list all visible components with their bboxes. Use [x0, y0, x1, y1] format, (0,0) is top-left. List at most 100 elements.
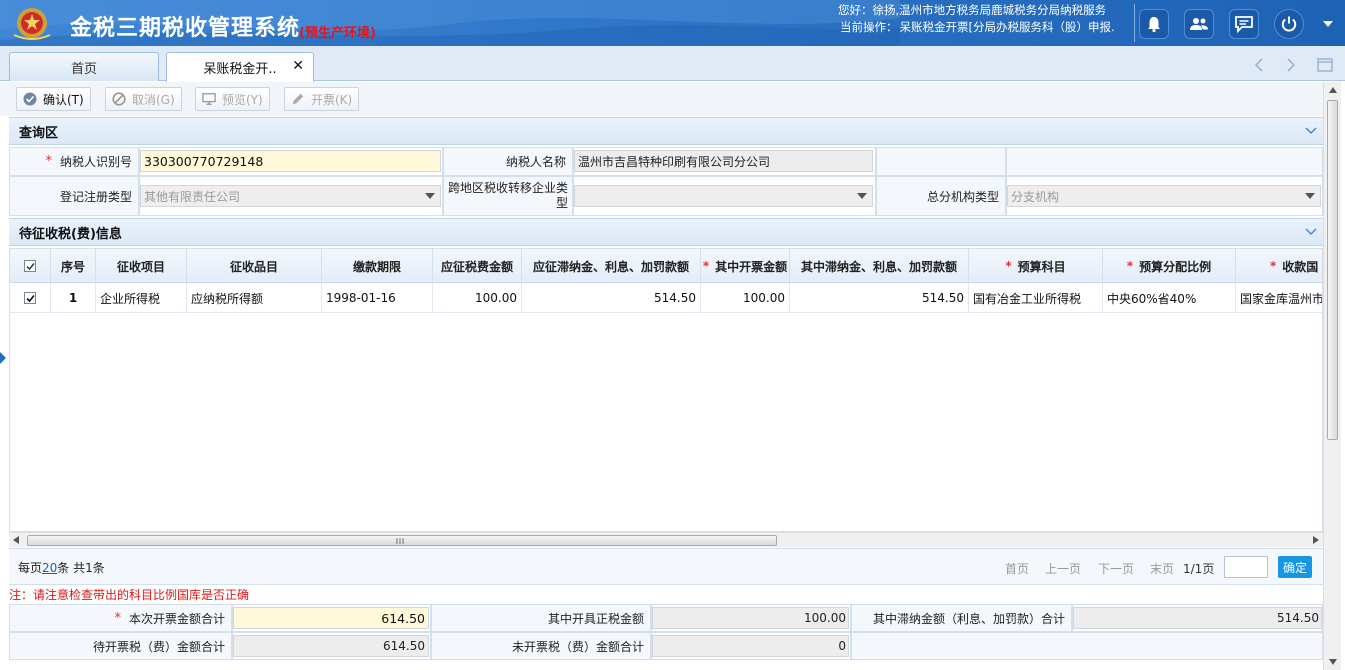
environment-label: (预生产环境): [299, 26, 376, 41]
column-header-treasury[interactable]: * 收款国: [1236, 249, 1322, 283]
branch-type-select[interactable]: 分支机构: [1007, 185, 1321, 207]
pending-section-title: 待征收税(费)信息: [19, 226, 122, 242]
column-header-late-fee-amount[interactable]: 应征滞纳金、利息、加罚款额: [522, 249, 701, 283]
cross-region-label-cell: 跨地区税收转移企业类 型: [443, 176, 573, 216]
cell-invoice-amount[interactable]: 100.00: [701, 283, 790, 313]
dropdown-arrow-icon: [425, 193, 435, 199]
pending-total-label-cell: 待开票税（费）金额合计: [9, 632, 232, 660]
column-header-seq[interactable]: 序号: [51, 249, 96, 283]
column-header-budget-subject[interactable]: * 预算科目: [969, 249, 1103, 283]
chevron-right-icon: [1287, 58, 1295, 72]
select-all-checkbox[interactable]: [24, 260, 36, 272]
system-title: 金税三期税收管理系统: [70, 16, 301, 41]
pending-total-field: 614.50: [233, 635, 429, 657]
horizontal-scrollbar[interactable]: [9, 532, 1323, 547]
budget-subject-header-label: 预算科目: [1017, 259, 1066, 274]
chevron-down-icon: [1305, 127, 1317, 135]
tab-scroll-right-button[interactable]: [1278, 54, 1304, 76]
row-select-cell: [10, 283, 51, 313]
tab-scroll-left-button[interactable]: [1246, 54, 1272, 76]
current-operation-label: 当前操作：: [840, 20, 898, 34]
page-size-link[interactable]: 20: [42, 561, 57, 575]
current-total-input[interactable]: 614.50: [233, 607, 429, 629]
column-header-tax-amount[interactable]: 应征税费金额: [433, 249, 522, 283]
users-button[interactable]: [1184, 9, 1214, 39]
cell-budget-ratio[interactable]: 中央60%省40%: [1103, 283, 1236, 313]
tab-bad-debt-invoice[interactable]: 呆账税金开.. ✕: [166, 52, 314, 82]
cell-payment-deadline: 1998-01-16: [322, 283, 433, 313]
cross-region-label-line2: 型: [555, 196, 568, 210]
taxpayer-name-label: 纳税人名称: [505, 155, 566, 169]
empty-value-cell: [1006, 147, 1323, 176]
first-page-link[interactable]: 首页: [1005, 560, 1029, 577]
grip-icon: [396, 538, 404, 544]
column-header-budget-ratio[interactable]: * 预算分配比例: [1103, 249, 1236, 283]
cell-invoice-late-fee: 514.50: [790, 283, 969, 313]
sidebar-expand-handle[interactable]: [0, 352, 6, 364]
dropdown-arrow-icon: [1305, 193, 1315, 199]
page-size-info: 每页20条 共1条: [18, 559, 105, 576]
scroll-down-arrow-icon[interactable]: [1329, 659, 1337, 665]
tab-bar: 首页 呆账税金开.. ✕: [0, 46, 1345, 82]
messages-button[interactable]: [1229, 9, 1259, 39]
confirm-button-label: 确认(T): [43, 92, 84, 107]
empty-label-cell: [876, 147, 1006, 176]
preview-button-label: 预览(Y): [222, 92, 263, 107]
taxpayer-name-label-cell: 纳税人名称: [443, 147, 573, 176]
chat-icon: [1235, 16, 1253, 33]
column-header-invoice-amount[interactable]: * 其中开票金额: [701, 249, 790, 283]
registration-type-label: 登记注册类型: [59, 189, 132, 204]
current-operation-value: 呆账税金开票[分局办税服务科（股）申报.: [899, 20, 1115, 34]
window-maximize-icon: [1317, 58, 1333, 72]
cancel-button-label: 取消(G): [132, 92, 175, 107]
last-page-link[interactable]: 末页: [1150, 560, 1174, 577]
column-header-invoice-late-fee[interactable]: 其中滞纳金、利息、加罚款额: [790, 249, 969, 283]
header-divider: [1134, 4, 1135, 42]
late-fee-label: 其中滞纳金额（利息、加罚款）合计: [872, 611, 1065, 626]
confirm-button[interactable]: 确认(T): [16, 87, 91, 111]
registration-type-label-cell: 登记注册类型: [9, 176, 139, 216]
maximize-button[interactable]: [1312, 54, 1338, 76]
prev-page-link[interactable]: 上一页: [1045, 560, 1081, 577]
cancel-button[interactable]: 取消(G): [105, 87, 182, 111]
table-row[interactable]: 1 企业所得税 应纳税所得额 1998-01-16 100.00 514.50 …: [10, 283, 1322, 313]
caret-down-icon: [1323, 21, 1333, 27]
pending-section-header[interactable]: 待征收税(费)信息: [9, 218, 1323, 246]
registration-type-select[interactable]: 其他有限责任公司: [140, 185, 441, 207]
summary-empty-cell: [851, 632, 1323, 660]
scroll-right-arrow-icon[interactable]: [1313, 536, 1319, 544]
column-header-levy-item[interactable]: 征收项目: [96, 249, 187, 283]
column-header-levy-category[interactable]: 征收品目: [187, 249, 322, 283]
page-info: 1/1页: [1183, 562, 1215, 576]
notification-button[interactable]: [1139, 9, 1169, 39]
next-page-link[interactable]: 下一页: [1098, 560, 1134, 577]
go-page-button[interactable]: 确定: [1278, 556, 1312, 578]
scroll-left-arrow-icon[interactable]: [13, 536, 19, 544]
pagination-bar: 每页20条 共1条 首页 上一页 下一页 末页 1/1页 确定: [9, 548, 1323, 585]
header-menu-toggle[interactable]: [1318, 14, 1338, 34]
vertical-scrollbar[interactable]: [1323, 82, 1341, 670]
vertical-scroll-thumb[interactable]: [1327, 100, 1338, 440]
cell-treasury[interactable]: 国家金库温州市: [1236, 283, 1322, 313]
tab-home[interactable]: 首页: [9, 52, 159, 81]
cross-region-select[interactable]: [574, 185, 873, 207]
scroll-up-arrow-icon[interactable]: [1329, 87, 1337, 93]
tab-bad-debt-invoice-label: 呆账税金开..: [203, 62, 277, 77]
pencil-icon: [292, 93, 304, 105]
row-checkbox[interactable]: [24, 292, 36, 304]
user-greeting: 您好：徐扬,温州市地方税务局鹿城税务分局纳税服务: [838, 3, 1107, 17]
current-total-label: 本次开票金额合计: [128, 611, 225, 626]
preview-button[interactable]: 预览(Y): [195, 87, 270, 111]
current-total-label-cell: * 本次开票金额合计: [9, 604, 232, 632]
logout-button[interactable]: [1274, 9, 1304, 39]
cell-levy-item: 企业所得税: [96, 283, 187, 313]
column-header-payment-deadline[interactable]: 缴款期限: [322, 249, 433, 283]
issue-invoice-button[interactable]: 开票(K): [284, 87, 360, 111]
query-section-header[interactable]: 查询区: [9, 117, 1323, 145]
page-number-input[interactable]: [1224, 556, 1268, 578]
taxpayer-id-input[interactable]: 330300770729148: [140, 150, 441, 172]
close-icon[interactable]: ✕: [292, 58, 304, 74]
cell-budget-subject[interactable]: 国有冶金工业所得税: [969, 283, 1103, 313]
registration-type-value: 其他有限责任公司: [144, 189, 241, 204]
horizontal-scroll-thumb[interactable]: [27, 535, 777, 546]
